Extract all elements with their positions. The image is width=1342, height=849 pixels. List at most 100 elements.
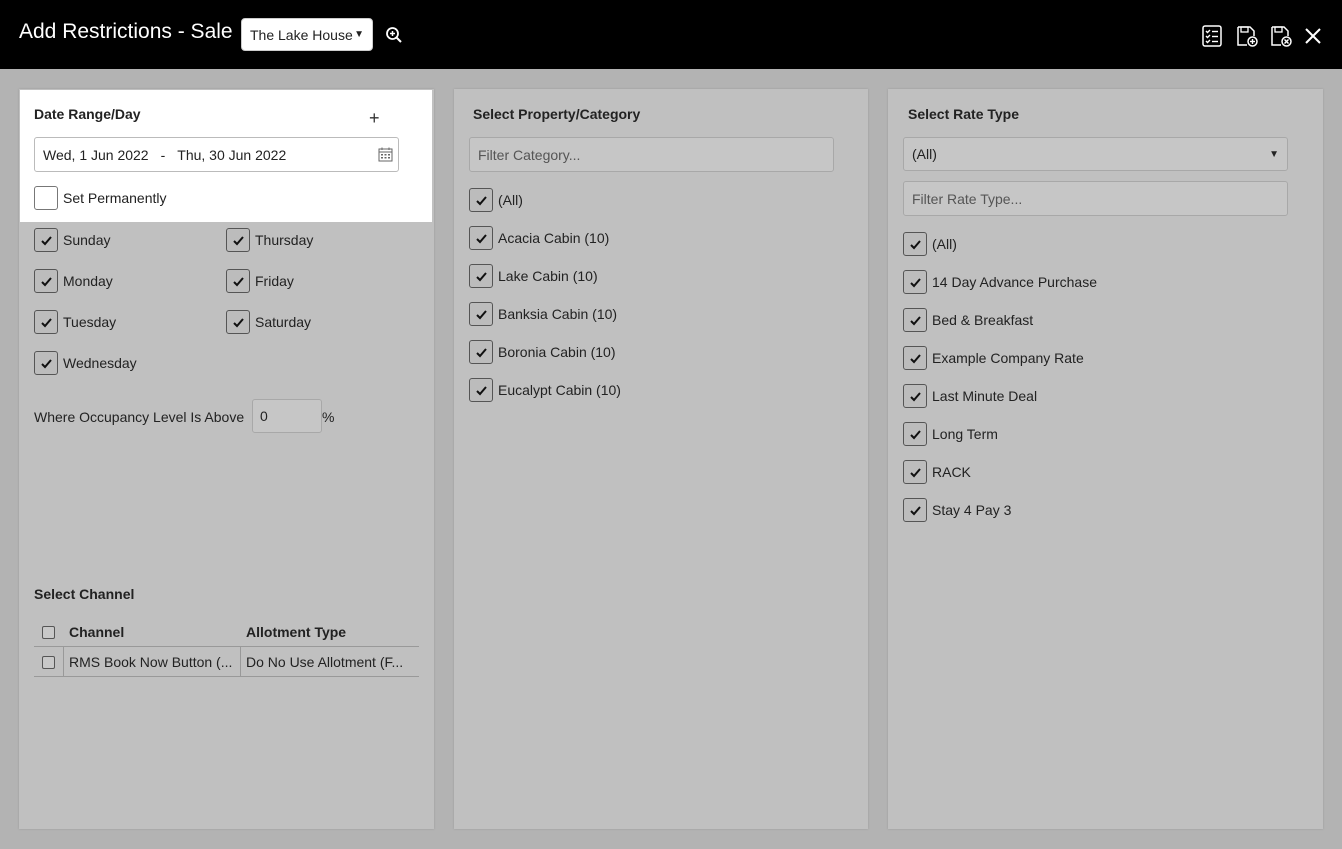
channel-row-allotment[interactable]: Do No Use Allotment (F... [246,654,403,670]
check-icon [909,315,921,325]
monday-label: Monday [63,273,113,289]
occupancy-label: Where Occupancy Level Is Above [34,409,245,425]
check-icon [40,317,52,327]
occupancy-input[interactable]: 0 [252,399,322,433]
close-icon[interactable] [1301,24,1325,48]
rate-type-select-value: (All) [912,146,937,162]
date-range-heading: Date Range/Day [34,106,141,122]
rate-type-label: Bed & Breakfast [932,312,1034,328]
check-icon [475,309,487,319]
check-icon [232,276,244,286]
saturday-label: Saturday [255,314,312,330]
channel-row-checkbox[interactable] [42,656,55,669]
date-separator: - [160,146,166,163]
chevron-down-icon: ▼ [1269,148,1279,160]
checklist-icon[interactable] [1200,24,1224,48]
sunday-label: Sunday [63,232,111,248]
category-checkbox[interactable] [469,264,493,288]
check-icon [909,429,921,439]
top-bar: Add Restrictions - Sale The Lake House ▼ [0,0,1342,69]
rate-type-label: 14 Day Advance Purchase [932,274,1097,290]
category-label: (All) [498,192,523,208]
rate-type-checkbox[interactable] [903,308,927,332]
table-column-divider [240,647,241,676]
rate-type-heading: Select Rate Type [908,106,1020,122]
rate-type-label: Last Minute Deal [932,388,1038,404]
category-checkbox-all[interactable] [469,188,493,212]
category-heading: Select Property/Category [473,106,641,122]
rate-type-checkbox[interactable] [903,384,927,408]
rate-type-checkbox-all[interactable] [903,232,927,256]
channel-row-name[interactable]: RMS Book Now Button (... [69,654,232,670]
category-label: Banksia Cabin (10) [498,306,618,322]
monday-checkbox[interactable] [34,269,58,293]
wednesday-checkbox[interactable] [34,351,58,375]
set-permanently-checkbox[interactable] [34,186,58,210]
saturday-checkbox[interactable] [226,310,250,334]
channel-heading: Select Channel [34,586,135,602]
allotment-column-header[interactable]: Allotment Type [246,624,346,640]
rate-type-label: Example Company Rate [932,350,1084,366]
property-select-value: The Lake House [250,26,353,43]
category-checkbox[interactable] [469,378,493,402]
save-new-icon[interactable] [1235,24,1259,48]
sunday-checkbox[interactable] [34,228,58,252]
occupancy-unit: % [322,409,335,425]
rate-type-checkbox[interactable] [903,270,927,294]
check-icon [40,358,52,368]
category-checkbox[interactable] [469,340,493,364]
category-checkbox[interactable] [469,226,493,250]
check-icon [909,505,921,515]
check-icon [475,271,487,281]
check-icon [232,235,244,245]
friday-checkbox[interactable] [226,269,250,293]
check-icon [40,276,52,286]
check-icon [475,233,487,243]
check-icon [909,277,921,287]
check-icon [475,347,487,357]
table-row-divider [34,676,419,677]
rate-type-select[interactable]: (All) ▼ [903,137,1288,171]
rate-type-filter-input[interactable]: Filter Rate Type... [903,181,1288,216]
check-icon [232,317,244,327]
thursday-label: Thursday [255,232,314,248]
category-label: Acacia Cabin (10) [498,230,610,246]
check-icon [475,385,487,395]
property-select[interactable]: The Lake House ▼ [241,18,373,51]
tuesday-label: Tuesday [63,314,117,330]
rate-type-checkbox[interactable] [903,422,927,446]
category-label: Boronia Cabin (10) [498,344,616,360]
friday-label: Friday [255,273,294,289]
check-icon [475,195,487,205]
calendar-icon[interactable] [378,147,393,162]
chevron-down-icon: ▼ [354,29,364,40]
rate-type-checkbox[interactable] [903,498,927,522]
zoom-in-icon[interactable] [385,26,403,44]
category-filter-input[interactable]: Filter Category... [469,137,834,172]
add-date-range-button[interactable]: + [369,108,380,128]
category-checkbox[interactable] [469,302,493,326]
table-header-divider [34,646,419,647]
table-column-divider [63,647,64,676]
rate-type-checkbox[interactable] [903,346,927,370]
check-icon [909,391,921,401]
date-range-input[interactable]: Wed, 1 Jun 2022 - Thu, 30 Jun 2022 [34,137,399,172]
channel-select-all-checkbox[interactable] [42,626,55,639]
set-permanently-label: Set Permanently [63,190,167,206]
rate-type-label: (All) [932,236,957,252]
save-close-icon[interactable] [1269,24,1293,48]
category-label: Lake Cabin (10) [498,268,598,284]
rate-type-label: Long Term [932,426,998,442]
rate-type-checkbox[interactable] [903,460,927,484]
rate-type-label: Stay 4 Pay 3 [932,502,1012,518]
check-icon [40,235,52,245]
thursday-checkbox[interactable] [226,228,250,252]
tuesday-checkbox[interactable] [34,310,58,334]
date-from: Wed, 1 Jun 2022 [43,146,149,163]
channel-column-header[interactable]: Channel [69,624,124,640]
check-icon [909,239,921,249]
date-to: Thu, 30 Jun 2022 [177,146,287,163]
check-icon [909,467,921,477]
category-label: Eucalypt Cabin (10) [498,382,621,398]
page-title: Add Restrictions - Sale [19,20,233,43]
